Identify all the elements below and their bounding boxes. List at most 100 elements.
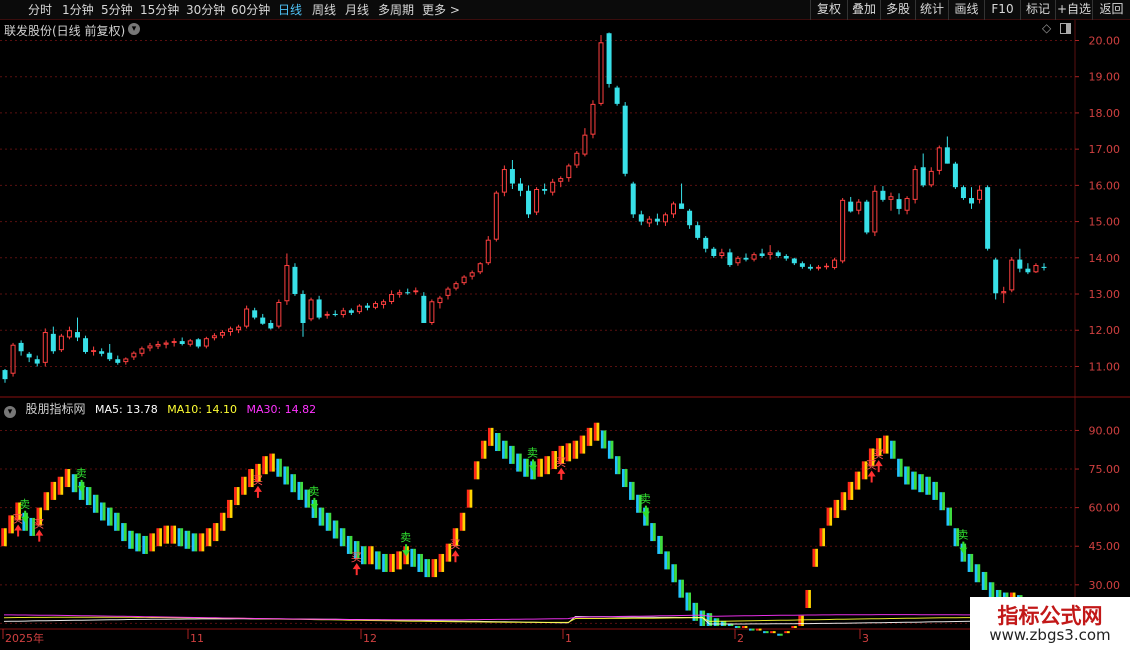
indicator-bar: [342, 528, 346, 547]
candle-body: [719, 252, 725, 256]
period-tab-5min[interactable]: 5分钟: [101, 2, 133, 18]
indicator-bar: [624, 469, 628, 488]
sell-signal-label: 卖: [19, 498, 30, 511]
period-toolbar: 分时 1分钟 5分钟 15分钟 30分钟 60分钟 日线 周线 月线 多周期 更…: [0, 0, 1130, 20]
indicator-bar: [748, 628, 752, 631]
indicator-bar: [674, 564, 677, 583]
indicator-bar: [784, 631, 787, 634]
indicator-bar: [911, 471, 914, 490]
indicator-bar: [116, 512, 120, 531]
candle-body: [268, 322, 274, 329]
indicator-bar: [159, 528, 162, 547]
mark-button[interactable]: 标记: [1020, 0, 1055, 20]
indicator-chart[interactable]: 买买买买买买 买买卖卖卖卖卖卖卖: [1, 422, 1051, 636]
period-tab-weekly[interactable]: 周线: [312, 2, 336, 18]
chart-canvas[interactable]: 买买买买买买 买买卖卖卖卖卖卖卖 20.0019.0018.0017.0016.0…: [0, 20, 1130, 650]
candle-body: [767, 252, 773, 255]
indicator-bar: [262, 456, 265, 475]
indicator-bar: [389, 553, 392, 572]
chevron-down-icon[interactable]: ▾: [4, 406, 16, 418]
add-favorite-button[interactable]: +自选: [1055, 0, 1092, 20]
f10-button[interactable]: F10: [984, 0, 1020, 20]
indicator-bar: [424, 559, 428, 578]
candle-body: [219, 332, 225, 336]
candle-body: [912, 169, 918, 200]
indicator-tick-label: 30.00: [1089, 579, 1121, 592]
draw-line-button[interactable]: 画线: [948, 0, 984, 20]
candle-body: [630, 183, 636, 215]
candle-body: [83, 338, 89, 352]
indicator-bar: [751, 628, 755, 631]
indicator-bar: [332, 520, 336, 539]
candle-body: [534, 188, 540, 213]
indicator-bar: [184, 530, 188, 549]
indicator-bar: [205, 528, 209, 547]
candle-body: [582, 134, 588, 155]
indicator-bar: [318, 507, 322, 526]
candle-body: [904, 198, 910, 211]
candle-body: [300, 294, 306, 323]
sell-arrow-icon: [402, 544, 411, 557]
price-tick-label: 19.00: [1089, 71, 1121, 84]
indicator-bar: [928, 476, 931, 495]
indicator-bar: [765, 631, 769, 634]
indicator-bar: [64, 469, 68, 488]
indicator-bar: [636, 494, 639, 513]
candle-body: [671, 203, 677, 215]
back-button[interactable]: 返回: [1092, 0, 1130, 20]
indicator-bar: [667, 551, 670, 570]
indicator-bar: [801, 615, 804, 626]
indicator-bar: [427, 559, 430, 578]
period-tab-multi[interactable]: 多周期: [378, 2, 414, 18]
candle-body: [824, 265, 830, 268]
indicator-name: 股朋指标网: [25, 402, 86, 416]
candle-body: [928, 170, 934, 186]
period-tab-15min[interactable]: 15分钟: [140, 2, 179, 18]
indicator-bar: [170, 525, 174, 544]
indicator-bar: [469, 489, 473, 508]
indicator-bar: [932, 481, 936, 500]
period-tab-30min[interactable]: 30分钟: [186, 2, 225, 18]
indicator-bar: [949, 507, 952, 526]
candle-body: [477, 263, 483, 273]
candle-body: [815, 266, 821, 269]
candlestick-chart[interactable]: [2, 32, 1047, 383]
indicator-bar: [248, 469, 251, 488]
candle-body: [324, 313, 330, 316]
multi-stock-button[interactable]: 多股: [880, 0, 915, 20]
period-tab-more[interactable]: 更多 >: [422, 2, 460, 18]
indicator-bar: [335, 520, 339, 539]
indicator-bar: [518, 453, 522, 472]
indicator-bar: [953, 528, 957, 547]
candle-body: [236, 326, 242, 331]
indicator-bar: [236, 487, 240, 506]
indicator-bar: [575, 440, 579, 459]
period-tab-60min[interactable]: 60分钟: [231, 2, 270, 18]
candle-body: [356, 305, 362, 313]
candle-body: [920, 167, 926, 186]
period-tab-intraday[interactable]: 分时: [28, 2, 52, 18]
candle-body: [179, 341, 185, 345]
indicator-bar: [339, 528, 343, 547]
indicator-title: ▾ 股朋指标网 MA5: 13.78 MA10: 14.10 MA30: 14.…: [4, 400, 322, 418]
candle-body: [437, 297, 443, 304]
candle-body: [952, 163, 958, 188]
overlay-button[interactable]: 叠加: [847, 0, 880, 20]
candle-body: [743, 257, 749, 260]
watermark-url: www.zbgs3.com: [989, 626, 1111, 644]
indicator-bar: [652, 523, 656, 542]
stats-button[interactable]: 统计: [915, 0, 948, 20]
candle-body: [99, 351, 105, 354]
indicator-tick-label: 75.00: [1089, 463, 1121, 476]
candle-body: [711, 248, 717, 256]
price-tick-label: 11.00: [1089, 360, 1121, 373]
period-tab-monthly[interactable]: 月线: [345, 2, 369, 18]
indicator-bar: [290, 474, 294, 493]
indicator-bar: [805, 589, 809, 608]
indicator-bar: [304, 489, 308, 508]
period-tab-daily[interactable]: 日线: [278, 2, 302, 18]
candle-body: [74, 332, 80, 338]
period-tab-1min[interactable]: 1分钟: [62, 2, 94, 18]
adjust-button[interactable]: 复权: [810, 0, 847, 20]
candle-body: [622, 105, 628, 174]
